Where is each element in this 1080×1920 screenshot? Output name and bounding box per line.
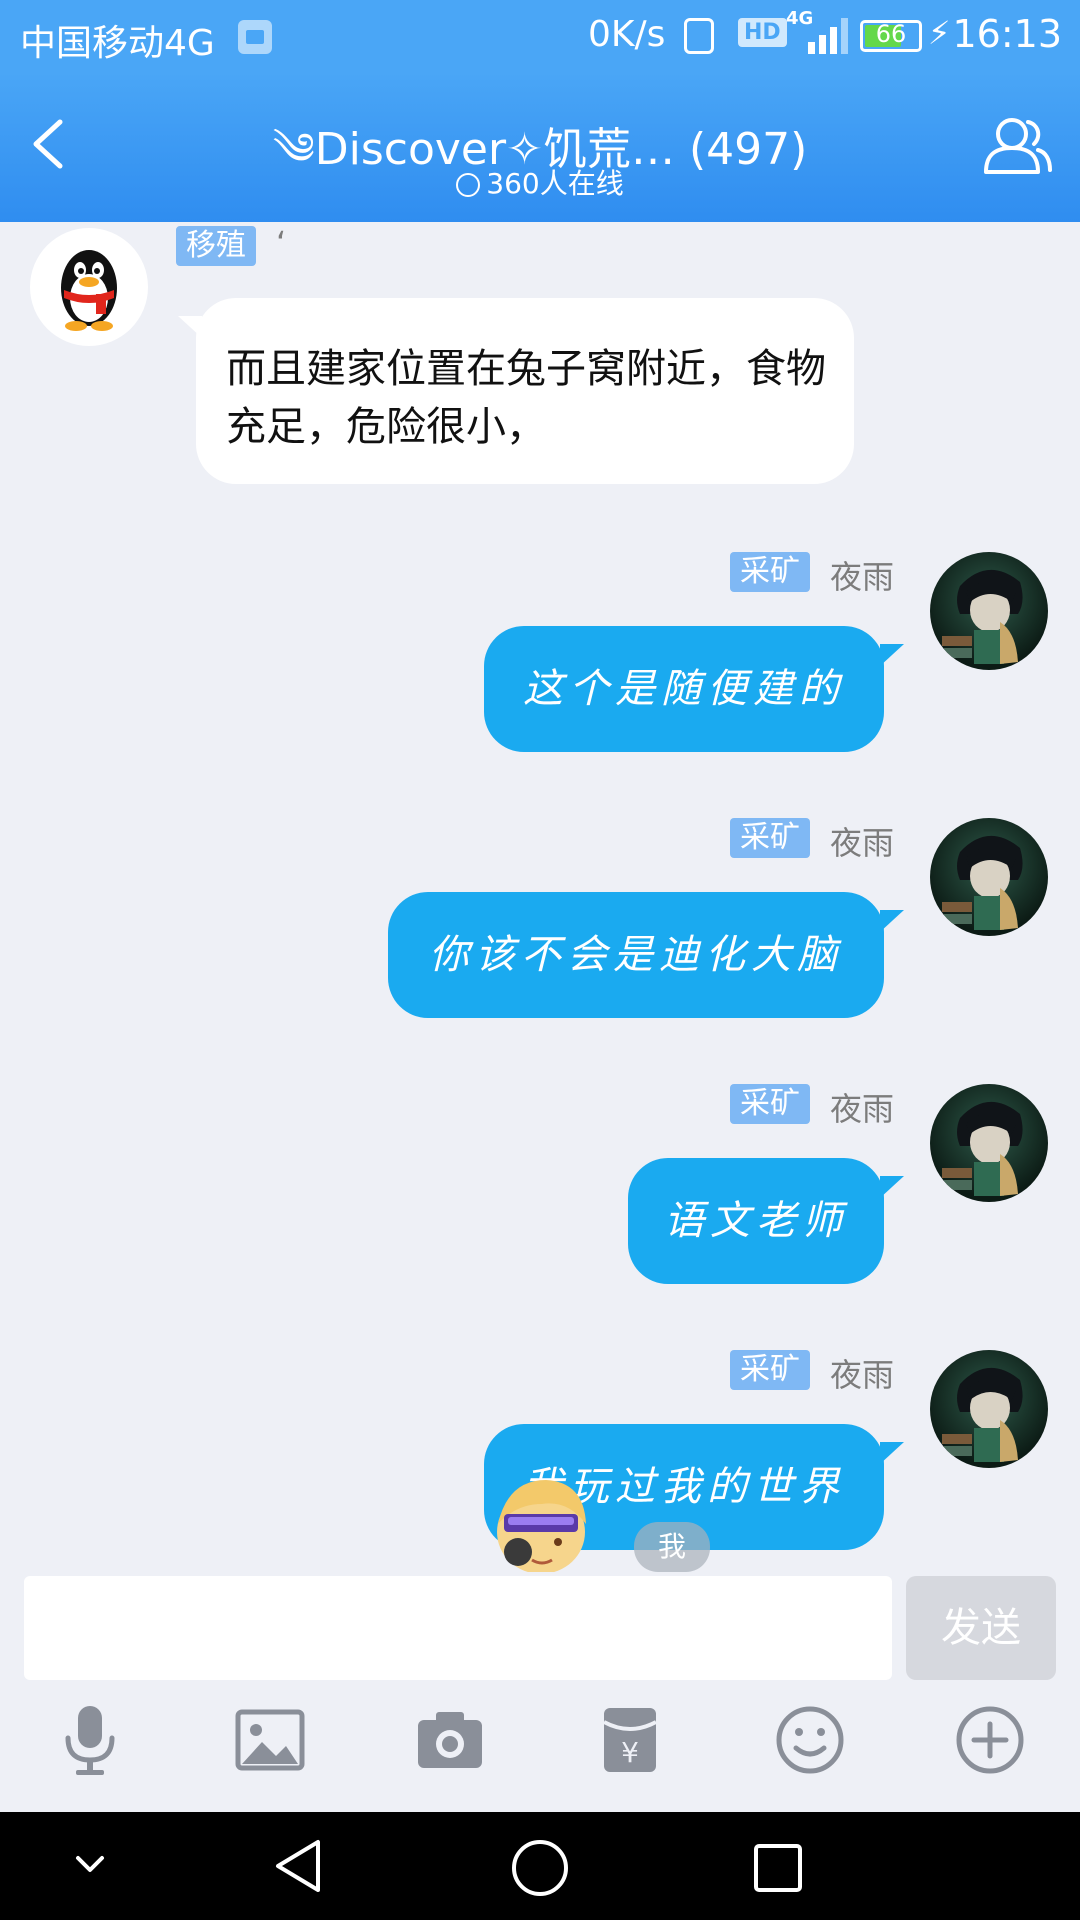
qq-penguin-avatar — [61, 250, 117, 331]
system-nav-bar — [0, 1812, 1080, 1920]
message-bubble[interactable]: 你该不会是迪化大脑 — [388, 892, 884, 1018]
online-count: 360人在线 — [0, 162, 1080, 202]
sender-name[interactable]: 夜雨 — [830, 818, 894, 864]
anime-boy-avatar — [942, 1367, 1023, 1462]
message-bubble[interactable]: 这个是随便建的 — [484, 626, 884, 752]
avatar[interactable] — [930, 1350, 1048, 1468]
group-members-icon[interactable] — [974, 106, 1054, 186]
me-label[interactable]: 我 — [634, 1522, 710, 1572]
anime-boy-avatar — [942, 569, 1023, 664]
check-circle-icon — [456, 173, 481, 197]
nav-recents-icon[interactable] — [748, 1838, 808, 1898]
avatar[interactable] — [930, 552, 1048, 670]
carrier-name: 中国移动4G — [20, 23, 215, 64]
message-list[interactable]: 移殖 ‘ 而且建家位置在兔子窝附近，食物充足，危险很小， 采矿 夜雨 这个是随便… — [0, 222, 1080, 1572]
nav-home-icon[interactable] — [508, 1836, 572, 1900]
sender-name[interactable]: 夜雨 — [830, 552, 894, 598]
avatar[interactable] — [930, 1084, 1048, 1202]
status-bar: 中国移动4G 0K/s HD 4G 66 ⚡ 16:13 — [0, 0, 1080, 72]
svg-text:¥: ¥ — [621, 1736, 639, 1769]
anime-boy-avatar — [942, 1101, 1023, 1196]
sender-name[interactable]: ‘ — [276, 224, 286, 262]
battery-icon: 66 — [860, 20, 922, 52]
battery-level: 66 — [875, 20, 907, 48]
member-tag: 采矿 — [730, 1350, 810, 1390]
message-bubble[interactable]: 而且建家位置在兔子窝附近，食物充足，危险很小， — [196, 298, 854, 484]
avatar[interactable] — [30, 228, 148, 346]
charging-icon: ⚡ — [928, 14, 951, 52]
plus-icon[interactable] — [952, 1702, 1028, 1778]
vibrate-icon — [684, 18, 714, 54]
image-icon[interactable] — [232, 1702, 308, 1778]
emoji-icon[interactable] — [772, 1702, 848, 1778]
send-button[interactable]: 发送 — [906, 1576, 1056, 1680]
nav-back-icon[interactable] — [270, 1836, 330, 1896]
member-tag: 采矿 — [730, 1084, 810, 1124]
anime-boy-avatar — [942, 835, 1023, 930]
camera-icon[interactable] — [412, 1702, 488, 1778]
sticker-avatar[interactable] — [488, 1474, 594, 1574]
clock: 16:13 — [952, 12, 1062, 56]
image-notification-icon — [238, 20, 272, 54]
network-speed: 0K/s — [588, 14, 666, 55]
sender-name[interactable]: 夜雨 — [830, 1350, 894, 1396]
message-input[interactable] — [24, 1576, 892, 1680]
sender-name[interactable]: 夜雨 — [830, 1084, 894, 1130]
member-tag: 移殖 — [176, 226, 256, 266]
input-bar: 发送 ¥ — [0, 1572, 1080, 1812]
chat-header: ༄Discover✧饥荒… (497) 360人在线 — [0, 72, 1080, 222]
avatar[interactable] — [930, 818, 1048, 936]
microphone-icon[interactable] — [52, 1702, 128, 1778]
member-tag: 采矿 — [730, 552, 810, 592]
member-tag: 采矿 — [730, 818, 810, 858]
hd-voice-badge: HD — [738, 18, 787, 47]
red-packet-icon[interactable]: ¥ — [592, 1702, 668, 1778]
online-count-text: 360人在线 — [486, 167, 624, 200]
message-bubble[interactable]: 语文老师 — [628, 1158, 884, 1284]
chevron-down-icon[interactable] — [70, 1850, 110, 1880]
signal-icon — [800, 18, 848, 54]
